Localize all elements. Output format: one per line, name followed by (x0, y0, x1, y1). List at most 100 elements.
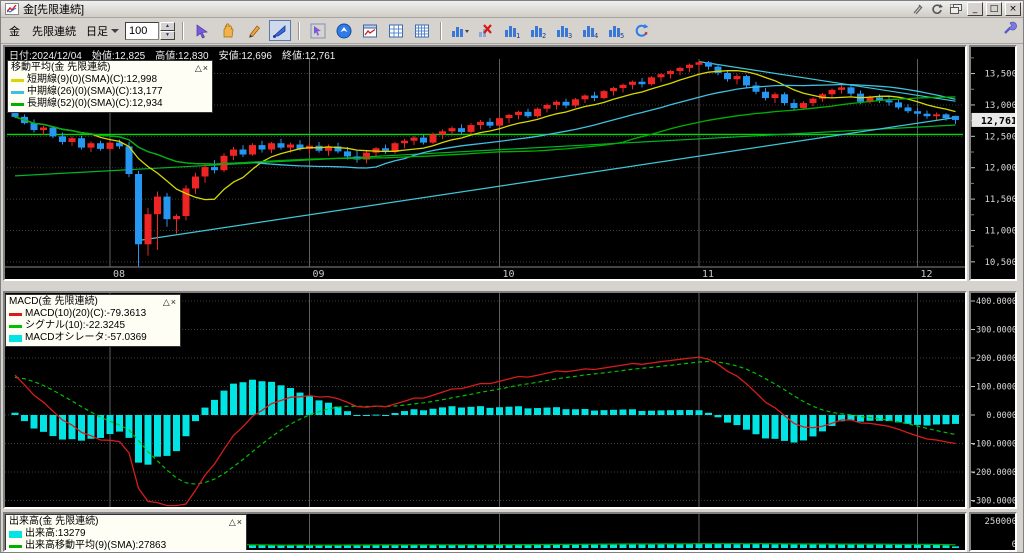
bar-count-spinner[interactable]: ▲ ▼ (125, 21, 175, 40)
grid-small-icon[interactable] (385, 20, 407, 41)
histogram-bar (353, 415, 361, 416)
market-menu[interactable]: 先限連続 (28, 21, 80, 41)
candle-body (211, 167, 218, 171)
ma-legend-title: 移動平均(金 先限連続) (11, 62, 111, 73)
candle-body (192, 176, 199, 189)
panel-3-icon[interactable]: 3 (553, 20, 575, 41)
histogram-bar (135, 415, 142, 463)
chevron-down-icon (111, 28, 119, 33)
volume-axis[interactable]: 250000 0 (969, 512, 1017, 552)
pan-hand-icon[interactable] (217, 20, 239, 41)
settings-wrench-icon[interactable] (1003, 21, 1017, 40)
candle-body (277, 143, 285, 148)
trendline-tool-icon[interactable] (269, 20, 291, 41)
candle-body (705, 62, 712, 67)
histogram-bar (724, 415, 731, 423)
volume-bar (448, 544, 456, 548)
ma-legend[interactable]: 移動平均(金 先限連続) △× 短期線(9)(0)(SMA)(C):12,998… (7, 60, 213, 113)
window-title: 金[先限連続] (23, 4, 85, 16)
panel-1-icon[interactable]: 1 (501, 20, 523, 41)
candle-body (790, 103, 798, 109)
legend-minimize-close-buttons[interactable]: △× (195, 62, 209, 74)
volume-plot[interactable]: 出来高(金 先限連続) △× 出来高:13279 出来高移動平均(9)(SMA)… (3, 512, 967, 552)
candle-body (420, 137, 427, 143)
panel-4-icon[interactable]: 4 (579, 20, 601, 41)
candle-body (59, 136, 66, 142)
new-chart-window-icon[interactable] (359, 20, 381, 41)
volume-bar (391, 545, 399, 548)
macd-plot[interactable]: MACD(金 先限連続) △× MACD(10)(20)(C):-79.3613… (3, 291, 967, 509)
legend-minimize-close-buttons[interactable]: △× (163, 296, 177, 308)
histogram-bar (876, 415, 883, 421)
histogram-bar (420, 410, 427, 415)
histogram-bar (676, 410, 684, 415)
macd-legend[interactable]: MACD(金 先限連続) △× MACD(10)(20)(C):-79.3613… (5, 294, 181, 347)
histogram-bar (144, 415, 152, 465)
price-plot[interactable]: 日付:2024/12/04 始値:12,825 高値:12,830 安値:12,696… (3, 45, 967, 281)
candle-body (610, 87, 617, 92)
remove-indicator-icon[interactable] (475, 20, 497, 41)
macd-axis[interactable]: 400.0000 300.0000 200.0000 100.0000 0.0000 -1… (969, 291, 1017, 509)
price-axis[interactable]: 13,500 13,000 12,500 12,000 11,500 11,000 10,5… (969, 45, 1017, 281)
volume-bar (306, 545, 313, 548)
pin-icon[interactable] (910, 3, 926, 16)
grid-large-icon[interactable] (411, 20, 433, 41)
volume-bar (638, 544, 646, 548)
candle-body (553, 101, 560, 105)
volume-bar (790, 544, 798, 548)
legend-minimize-close-buttons[interactable]: △× (229, 516, 243, 528)
histogram-bar (410, 409, 418, 415)
candle-body (838, 87, 845, 90)
volume-bar (714, 543, 722, 548)
period-dropdown[interactable]: 日足 (84, 21, 121, 41)
indicator-menu-icon[interactable] (449, 20, 471, 41)
close-button[interactable]: × (1005, 2, 1021, 16)
spin-up-button[interactable]: ▲ (160, 21, 175, 31)
draw-pencil-icon[interactable] (243, 20, 265, 41)
candle-body (458, 128, 465, 132)
current-price-tag-text: 12,761 (981, 116, 1017, 127)
histogram-bar (952, 415, 959, 424)
histogram-bar (534, 408, 541, 415)
volume-bar (733, 544, 741, 548)
candle-body (581, 95, 589, 100)
candle-body (163, 196, 171, 220)
select-cursor-icon[interactable] (191, 20, 213, 41)
price-axis-label: 13,000 (984, 101, 1017, 111)
histogram-bar (600, 410, 608, 415)
panel-splitter[interactable] (1, 281, 1023, 291)
legend-item: 短期線(9)(0)(SMA)(C):12,998 (11, 74, 209, 86)
candle-body (448, 128, 456, 132)
candle-body (410, 137, 418, 141)
volume-panel-row: 出来高(金 先限連続) △× 出来高:13279 出来高移動平均(9)(SMA)… (3, 512, 1017, 552)
refresh-icon[interactable] (631, 20, 653, 41)
histogram-bar (657, 410, 665, 415)
crosshair-tool-icon[interactable] (307, 20, 329, 41)
candle-body (534, 108, 541, 117)
candle-body (933, 114, 940, 117)
titlebar[interactable]: 金[先限連続] _ □ × (1, 1, 1023, 18)
volume-bar (724, 543, 731, 548)
spin-down-button[interactable]: ▼ (160, 30, 175, 40)
volume-bar (410, 544, 418, 548)
histogram-bar (363, 415, 370, 416)
panel-5-icon[interactable]: 5 (605, 20, 627, 41)
volume-ma-label: 出来高移動平均(9)(SMA):27863 (25, 540, 167, 551)
cascade-windows-icon[interactable] (948, 3, 964, 16)
histogram-bar (781, 415, 788, 441)
bar-count-input[interactable] (125, 21, 159, 40)
symbol-menu[interactable]: 金 (5, 21, 24, 41)
refresh-window-icon[interactable] (929, 3, 945, 16)
svg-text:5: 5 (620, 32, 624, 39)
price-axis-label: 11,000 (984, 226, 1017, 236)
toolbar-separator (298, 21, 300, 40)
minimize-button[interactable]: _ (967, 2, 983, 16)
macd-axis-scale: 400.0000 300.0000 200.0000 100.0000 0.0000 -1… (971, 297, 1015, 507)
panel-2-icon[interactable]: 2 (527, 20, 549, 41)
candle-body (914, 111, 921, 114)
volume-legend[interactable]: 出来高(金 先限連続) △× 出来高:13279 出来高移動平均(9)(SMA)… (5, 514, 247, 551)
navigate-icon[interactable] (333, 20, 355, 41)
candle-body (344, 151, 351, 157)
histogram-bar (581, 408, 589, 415)
maximize-button[interactable]: □ (986, 2, 1002, 16)
